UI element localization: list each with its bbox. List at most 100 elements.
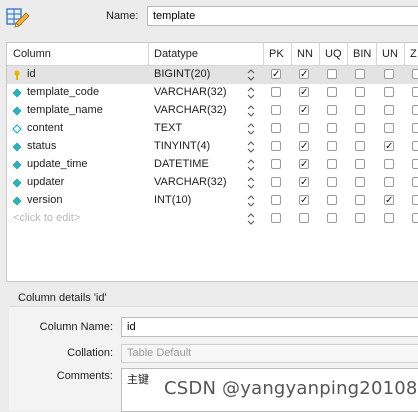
table-row[interactable]: updater VARCHAR(32) (7, 174, 418, 192)
new-column-row[interactable]: <click to edit> (7, 210, 418, 228)
datatype-cell[interactable]: VARCHAR(32) (154, 86, 227, 98)
header-zf[interactable]: Z (410, 48, 417, 60)
bin-checkbox[interactable] (355, 195, 365, 205)
header-un[interactable]: UN (382, 48, 398, 60)
datatype-stepper-icon[interactable] (247, 176, 255, 190)
bin-checkbox[interactable] (355, 123, 365, 133)
nn-checkbox[interactable] (299, 123, 309, 133)
un-checkbox[interactable] (384, 177, 394, 187)
datatype-cell[interactable]: VARCHAR(32) (154, 176, 227, 188)
column-name-cell[interactable]: content (27, 122, 63, 134)
zf-checkbox[interactable] (412, 87, 418, 97)
bin-checkbox[interactable] (355, 87, 365, 97)
un-checkbox[interactable] (384, 213, 394, 223)
uq-checkbox[interactable] (327, 141, 337, 151)
bin-checkbox[interactable] (355, 141, 365, 151)
header-datatype[interactable]: Datatype (154, 48, 198, 60)
header-nn[interactable]: NN (297, 48, 313, 60)
pk-checkbox[interactable] (271, 69, 281, 79)
columns-grid[interactable]: Column Datatype PK NN UQ BIN UN Z id BIGI… (6, 42, 418, 282)
collation-select[interactable]: Table Default (121, 344, 418, 363)
zf-checkbox[interactable] (412, 177, 418, 187)
bin-checkbox[interactable] (355, 213, 365, 223)
uq-checkbox[interactable] (327, 195, 337, 205)
bin-checkbox[interactable] (355, 69, 365, 79)
bin-checkbox[interactable] (355, 105, 365, 115)
pk-checkbox[interactable] (271, 105, 281, 115)
column-name-cell[interactable]: version (27, 194, 62, 206)
datatype-cell[interactable]: DATETIME (154, 158, 209, 170)
uq-checkbox[interactable] (327, 87, 337, 97)
pk-checkbox[interactable] (271, 87, 281, 97)
datatype-cell[interactable]: TINYINT(4) (154, 140, 210, 152)
bin-checkbox[interactable] (355, 177, 365, 187)
zf-checkbox[interactable] (412, 105, 418, 115)
column-name-cell[interactable]: updater (27, 176, 64, 188)
zf-checkbox[interactable] (412, 213, 418, 223)
column-name-cell[interactable]: template_code (27, 86, 99, 98)
datatype-stepper-icon[interactable] (247, 194, 255, 208)
header-uq[interactable]: UQ (325, 48, 342, 60)
uq-checkbox[interactable] (327, 105, 337, 115)
header-pk[interactable]: PK (269, 48, 284, 60)
uq-checkbox[interactable] (327, 123, 337, 133)
nn-checkbox[interactable] (299, 105, 309, 115)
datatype-stepper-icon[interactable] (247, 86, 255, 100)
nn-checkbox[interactable] (299, 159, 309, 169)
datatype-cell[interactable]: INT(10) (154, 194, 191, 206)
table-name-input[interactable] (147, 6, 418, 26)
column-name-cell[interactable]: template_name (27, 104, 103, 116)
datatype-cell[interactable]: VARCHAR(32) (154, 104, 227, 116)
column-name-input[interactable] (121, 317, 418, 337)
click-to-edit-placeholder[interactable]: <click to edit> (13, 212, 80, 224)
table-row[interactable]: version INT(10) (7, 192, 418, 210)
un-checkbox[interactable] (384, 159, 394, 169)
nn-checkbox[interactable] (299, 195, 309, 205)
pk-checkbox[interactable] (271, 213, 281, 223)
un-checkbox[interactable] (384, 69, 394, 79)
zf-checkbox[interactable] (412, 123, 418, 133)
datatype-cell[interactable]: TEXT (154, 122, 182, 134)
nn-checkbox[interactable] (299, 87, 309, 97)
un-checkbox[interactable] (384, 195, 394, 205)
datatype-stepper-icon[interactable] (247, 212, 255, 226)
nn-checkbox[interactable] (299, 141, 309, 151)
bin-checkbox[interactable] (355, 159, 365, 169)
zf-checkbox[interactable] (412, 195, 418, 205)
pk-checkbox[interactable] (271, 177, 281, 187)
column-name-cell[interactable]: id (27, 68, 36, 80)
datatype-cell[interactable]: BIGINT(20) (154, 68, 210, 80)
uq-checkbox[interactable] (327, 69, 337, 79)
table-row[interactable]: update_time DATETIME (7, 156, 418, 174)
pk-checkbox[interactable] (271, 141, 281, 151)
zf-checkbox[interactable] (412, 141, 418, 151)
uq-checkbox[interactable] (327, 177, 337, 187)
datatype-stepper-icon[interactable] (247, 104, 255, 118)
column-name-cell[interactable]: status (27, 140, 56, 152)
un-checkbox[interactable] (384, 123, 394, 133)
table-row[interactable]: template_name VARCHAR(32) (7, 102, 418, 120)
table-row[interactable]: content TEXT (7, 120, 418, 138)
zf-checkbox[interactable] (412, 159, 418, 169)
un-checkbox[interactable] (384, 87, 394, 97)
datatype-stepper-icon[interactable] (247, 158, 255, 172)
nn-checkbox[interactable] (299, 69, 309, 79)
zf-checkbox[interactable] (412, 69, 418, 79)
un-checkbox[interactable] (384, 141, 394, 151)
uq-checkbox[interactable] (327, 213, 337, 223)
datatype-stepper-icon[interactable] (247, 140, 255, 154)
pk-checkbox[interactable] (271, 159, 281, 169)
table-row[interactable]: template_code VARCHAR(32) (7, 84, 418, 102)
datatype-stepper-icon[interactable] (247, 68, 255, 82)
header-bin[interactable]: BIN (353, 48, 371, 60)
table-row[interactable]: id BIGINT(20) (7, 66, 418, 84)
nn-checkbox[interactable] (299, 213, 309, 223)
un-checkbox[interactable] (384, 105, 394, 115)
header-column[interactable]: Column (13, 48, 51, 60)
table-row[interactable]: status TINYINT(4) (7, 138, 418, 156)
column-name-cell[interactable]: update_time (27, 158, 88, 170)
uq-checkbox[interactable] (327, 159, 337, 169)
pk-checkbox[interactable] (271, 195, 281, 205)
nn-checkbox[interactable] (299, 177, 309, 187)
pk-checkbox[interactable] (271, 123, 281, 133)
